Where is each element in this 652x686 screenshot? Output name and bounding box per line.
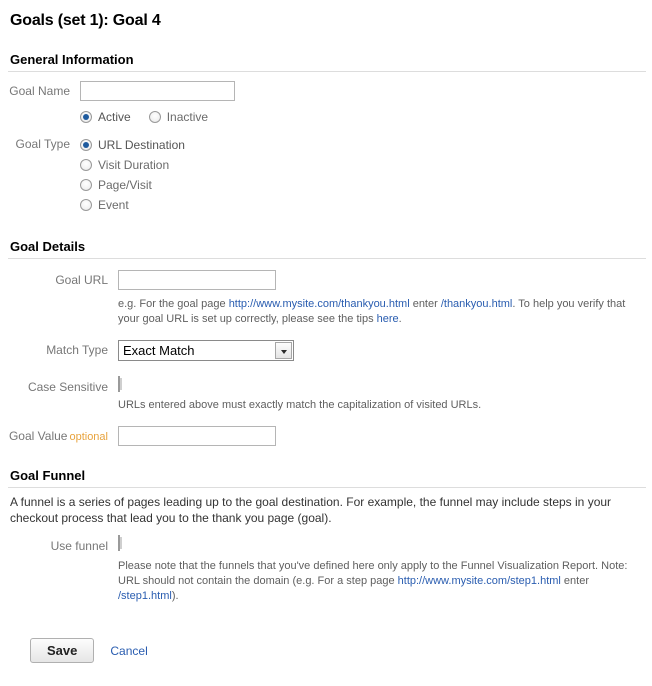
goal-url-help-text: e.g. For the goal page http://www.mysite… xyxy=(118,297,646,327)
case-sensitive-checkbox[interactable] xyxy=(118,376,120,392)
radio-option-event[interactable]: Event xyxy=(80,195,646,214)
goal-name-field-wrap xyxy=(80,81,646,101)
goal-url-row: Goal URL xyxy=(6,270,646,290)
radio-option-page-visit[interactable]: Page/Visit xyxy=(80,175,646,194)
goal-url-input[interactable] xyxy=(118,270,276,290)
section-general-information: General Information Goal Name Active xyxy=(6,52,646,215)
goal-url-help-part2: enter xyxy=(410,298,441,310)
match-type-row: Match Type Exact Match xyxy=(6,340,646,364)
goal-name-row: Goal Name xyxy=(6,81,646,101)
goal-status-row: Active Inactive xyxy=(6,110,646,124)
radio-label-page-visit: Page/Visit xyxy=(98,178,152,192)
goal-name-input[interactable] xyxy=(80,81,235,101)
radio-label-url-destination: URL Destination xyxy=(98,138,185,152)
goal-status-radio-group: Active Inactive xyxy=(80,110,646,124)
goal-url-tips-link[interactable]: here xyxy=(377,313,399,325)
goal-url-help-part4: . xyxy=(399,313,402,325)
radio-icon-url-destination[interactable] xyxy=(80,139,92,151)
goal-type-row: Goal Type URL Destination Visit Duration… xyxy=(6,135,646,215)
goal-value-input[interactable] xyxy=(118,426,276,446)
goal-settings-page: Goals (set 1): Goal 4 General Informatio… xyxy=(0,12,652,663)
goal-details-divider xyxy=(8,258,646,259)
use-funnel-row: Use funnel xyxy=(6,536,646,553)
funnel-step-example-link[interactable]: http://www.mysite.com/step1.html xyxy=(398,575,561,587)
radio-icon-event[interactable] xyxy=(80,199,92,211)
section-goal-funnel: Goal Funnel A funnel is a series of page… xyxy=(6,468,646,604)
page-title: Goals (set 1): Goal 4 xyxy=(10,12,646,30)
goal-funnel-heading: Goal Funnel xyxy=(10,468,646,483)
goal-funnel-divider xyxy=(8,487,646,488)
general-information-heading: General Information xyxy=(10,52,646,67)
goal-value-label: Goal Valueoptional xyxy=(6,426,118,443)
goal-type-radio-group: URL Destination Visit Duration Page/Visi… xyxy=(80,135,646,215)
goal-details-heading: Goal Details xyxy=(10,239,646,254)
goal-url-label: Goal URL xyxy=(6,270,118,287)
radio-option-inactive[interactable]: Inactive xyxy=(149,110,208,124)
goal-status-label-spacer xyxy=(6,110,80,113)
general-information-divider xyxy=(8,71,646,72)
goal-value-label-text: Goal Value xyxy=(9,429,67,443)
goal-value-optional-tag: optional xyxy=(69,431,108,443)
use-funnel-note-part3: ). xyxy=(172,590,179,602)
match-type-label: Match Type xyxy=(6,340,118,357)
chevron-down-icon[interactable] xyxy=(275,342,292,359)
section-goal-details: Goal Details Goal URL e.g. For the goal … xyxy=(6,239,646,446)
radio-label-inactive: Inactive xyxy=(167,110,208,124)
case-sensitive-help-text: URLs entered above must exactly match th… xyxy=(118,398,646,413)
use-funnel-checkbox[interactable] xyxy=(118,535,120,551)
goal-type-label: Goal Type xyxy=(6,135,80,151)
cancel-link[interactable]: Cancel xyxy=(110,644,147,658)
goal-name-label: Goal Name xyxy=(6,81,80,98)
use-funnel-note: Please note that the funnels that you've… xyxy=(118,559,646,604)
radio-label-event: Event xyxy=(98,198,129,212)
radio-icon-page-visit[interactable] xyxy=(80,179,92,191)
radio-label-active: Active xyxy=(98,110,131,124)
form-actions: Save Cancel xyxy=(30,638,646,663)
radio-icon-inactive[interactable] xyxy=(149,111,161,123)
goal-funnel-description: A funnel is a series of pages leading up… xyxy=(10,494,646,526)
radio-option-url-destination[interactable]: URL Destination xyxy=(80,135,646,154)
radio-icon-active[interactable] xyxy=(80,111,92,123)
use-funnel-note-part2: enter xyxy=(561,575,589,587)
radio-icon-visit-duration[interactable] xyxy=(80,159,92,171)
case-sensitive-row: Case Sensitive xyxy=(6,377,646,394)
match-type-select[interactable]: Exact Match xyxy=(118,340,294,361)
use-funnel-note-emphasis: /step1.html xyxy=(118,590,172,602)
radio-option-visit-duration[interactable]: Visit Duration xyxy=(80,155,646,174)
goal-url-example-link[interactable]: http://www.mysite.com/thankyou.html xyxy=(229,298,410,310)
match-type-selected-value: Exact Match xyxy=(123,343,195,358)
radio-label-visit-duration: Visit Duration xyxy=(98,158,169,172)
use-funnel-label: Use funnel xyxy=(6,536,118,553)
goal-url-help-emphasis: /thankyou.html xyxy=(441,298,513,310)
goal-value-row: Goal Valueoptional xyxy=(6,426,646,446)
save-button[interactable]: Save xyxy=(30,638,94,663)
goal-url-help-part1: e.g. For the goal page xyxy=(118,298,229,310)
radio-option-active[interactable]: Active xyxy=(80,110,131,124)
case-sensitive-label: Case Sensitive xyxy=(6,377,118,394)
